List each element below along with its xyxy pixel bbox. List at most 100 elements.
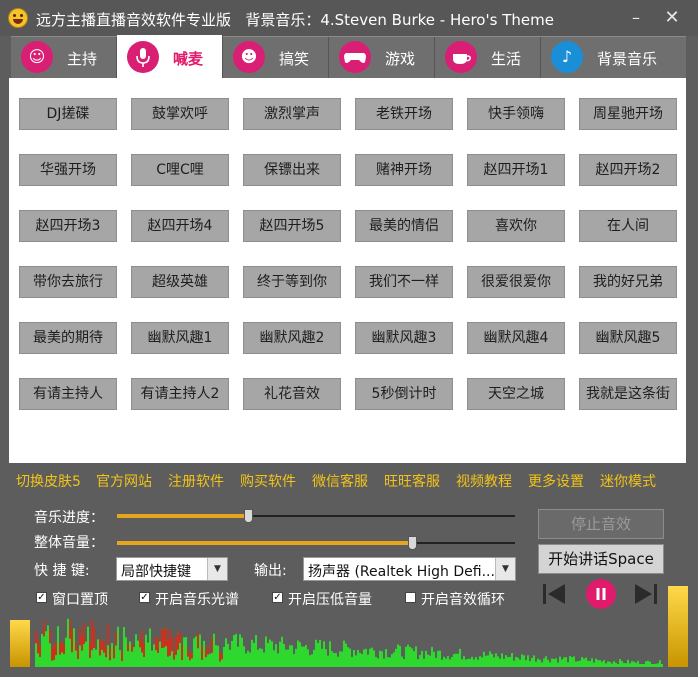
link-1[interactable]: 官方网站 [96,471,152,491]
sound-effect-button[interactable]: 最美的期待 [19,322,117,354]
tab-game[interactable]: 游戏 [329,37,435,78]
checkbox-always-on-top[interactable]: ✓ 窗口置顶 [36,589,136,608]
link-2[interactable]: 注册软件 [168,471,224,491]
sound-effect-button[interactable]: 终于等到你 [243,266,341,298]
chevron-down-icon: ▼ [207,558,227,580]
vu-meter-right [668,586,688,667]
sound-effect-button[interactable]: 有请主持人2 [131,378,229,410]
sound-effect-button[interactable]: C哩C哩 [131,154,229,186]
next-icon [635,584,657,604]
hotkey-select[interactable]: 局部快捷键 ▼ [116,557,228,581]
start-talk-button[interactable]: 开始讲话Space [538,544,664,574]
checkbox-box[interactable]: ✓ [272,592,283,603]
stop-effect-button[interactable]: 停止音效 [538,509,664,539]
link-8[interactable]: 迷你模式 [600,471,656,491]
laughing-face-icon: ☻ [233,41,265,73]
sound-effect-button[interactable]: 天空之城 [467,378,565,410]
checkbox-box[interactable]: ✓ [139,592,150,603]
checkbox-box[interactable]: ✓ [36,592,47,603]
sound-effect-button[interactable]: 我的好兄弟 [579,266,677,298]
title-bar: 远方主播直播音效软件专业版 背景音乐：4.Steven Burke - Hero… [0,0,698,36]
tab-shout-mic[interactable]: 喊麦 [117,35,223,78]
tab-label: 背景音乐 [597,50,658,68]
tab-label: 主持 [67,50,98,68]
minimize-icon: – [632,8,640,27]
sound-effect-button[interactable]: DJ搓碟 [19,98,117,130]
checkbox-label: 窗口置顶 [52,592,108,608]
link-4[interactable]: 微信客服 [312,471,368,491]
sound-effect-button[interactable]: 幽默风趣4 [467,322,565,354]
link-0[interactable]: 切换皮肤5 [16,471,81,491]
checkbox-label: 开启音效循环 [421,592,505,608]
minimize-button[interactable]: – [626,8,646,28]
sound-effect-button[interactable]: 在人间 [579,210,677,242]
sound-effect-button[interactable]: 华强开场 [19,154,117,186]
sound-effect-button[interactable]: 超级英雄 [131,266,229,298]
sound-effect-button[interactable]: 赵四开场3 [19,210,117,242]
sound-effect-button[interactable]: 幽默风趣1 [131,322,229,354]
host-face-icon: ☺ [21,41,53,73]
sound-effect-button[interactable]: 幽默风趣5 [579,322,677,354]
sound-effect-button[interactable]: 鼓掌欢呼 [131,98,229,130]
gamepad-icon [339,41,371,73]
music-progress-slider[interactable] [117,509,515,523]
hotkey-value: 局部快捷键 [121,564,191,580]
sound-effect-button[interactable]: 快手领嗨 [467,98,565,130]
pause-button[interactable] [585,578,617,610]
output-device-value: 扬声器 (Realtek High Defi... [308,564,494,580]
volume-thumb[interactable] [407,536,417,550]
checkbox-box[interactable] [405,592,416,603]
app-title: 远方主播直播音效软件专业版 [36,11,232,29]
close-button[interactable]: ✕ [662,8,682,28]
window-title: 远方主播直播音效软件专业版 背景音乐：4.Steven Burke - Hero… [36,9,554,30]
sound-effect-button[interactable]: 激烈掌声 [243,98,341,130]
sound-effect-button[interactable]: 保镖出来 [243,154,341,186]
volume-slider[interactable] [117,536,515,550]
tab-label: 搞笑 [279,50,310,68]
sound-effect-button[interactable]: 赵四开场2 [579,154,677,186]
sound-effect-button[interactable]: 幽默风趣2 [243,322,341,354]
tab-host[interactable]: ☺ 主持 [11,37,117,78]
sound-effect-button[interactable]: 带你去旅行 [19,266,117,298]
microphone-icon [127,41,159,73]
checkbox-effect-loop[interactable]: 开启音效循环 [405,589,525,608]
sound-effect-button[interactable]: 我就是这条街 [579,378,677,410]
output-device-select[interactable]: 扬声器 (Realtek High Defi... ▼ [303,557,516,581]
previous-icon [543,584,565,604]
checkbox-label: 开启压低音量 [288,592,372,608]
sound-effect-button[interactable]: 幽默风趣3 [355,322,453,354]
sound-effect-button[interactable]: 赵四开场1 [467,154,565,186]
output-label: 输出: [254,563,287,579]
sound-effect-button[interactable]: 赌神开场 [355,154,453,186]
tab-label: 生活 [491,50,522,68]
previous-button[interactable] [540,580,568,608]
tab-background-music[interactable]: ♪ 背景音乐 [541,37,686,78]
link-7[interactable]: 更多设置 [528,471,584,491]
sound-effect-button[interactable]: 赵四开场4 [131,210,229,242]
checkbox-duck-volume[interactable]: ✓ 开启压低音量 [272,589,392,608]
sound-effect-button[interactable]: 我们不一样 [355,266,453,298]
sound-effect-button[interactable]: 礼花音效 [243,378,341,410]
link-5[interactable]: 旺旺客服 [384,471,440,491]
sound-effect-button[interactable]: 最美的情侣 [355,210,453,242]
link-3[interactable]: 购买软件 [240,471,296,491]
sound-effect-button[interactable]: 有请主持人 [19,378,117,410]
checkbox-music-spectrum[interactable]: ✓ 开启音乐光谱 [139,589,259,608]
category-tabs: ☺ 主持 喊麦 ☻ 搞笑 游戏 生活 ♪ 背景音乐 [11,35,686,78]
sound-effect-button[interactable]: 很爱很爱你 [467,266,565,298]
link-6[interactable]: 视频教程 [456,471,512,491]
tab-funny[interactable]: ☻ 搞笑 [223,37,329,78]
sound-effect-button[interactable]: 5秒倒计时 [355,378,453,410]
hotkey-label: 快 捷 键: [34,563,90,579]
sound-effect-button[interactable]: 老铁开场 [355,98,453,130]
sound-effect-button[interactable]: 周星驰开场 [579,98,677,130]
sound-effect-button[interactable]: 赵四开场5 [243,210,341,242]
music-progress-thumb[interactable] [244,509,254,523]
next-button[interactable] [632,580,660,608]
sound-effect-button[interactable]: 喜欢你 [467,210,565,242]
music-note-icon: ♪ [551,41,583,73]
audio-spectrum [35,618,663,667]
volume-fill [117,541,412,545]
tab-life[interactable]: 生活 [435,37,541,78]
checkbox-label: 开启音乐光谱 [155,592,239,608]
